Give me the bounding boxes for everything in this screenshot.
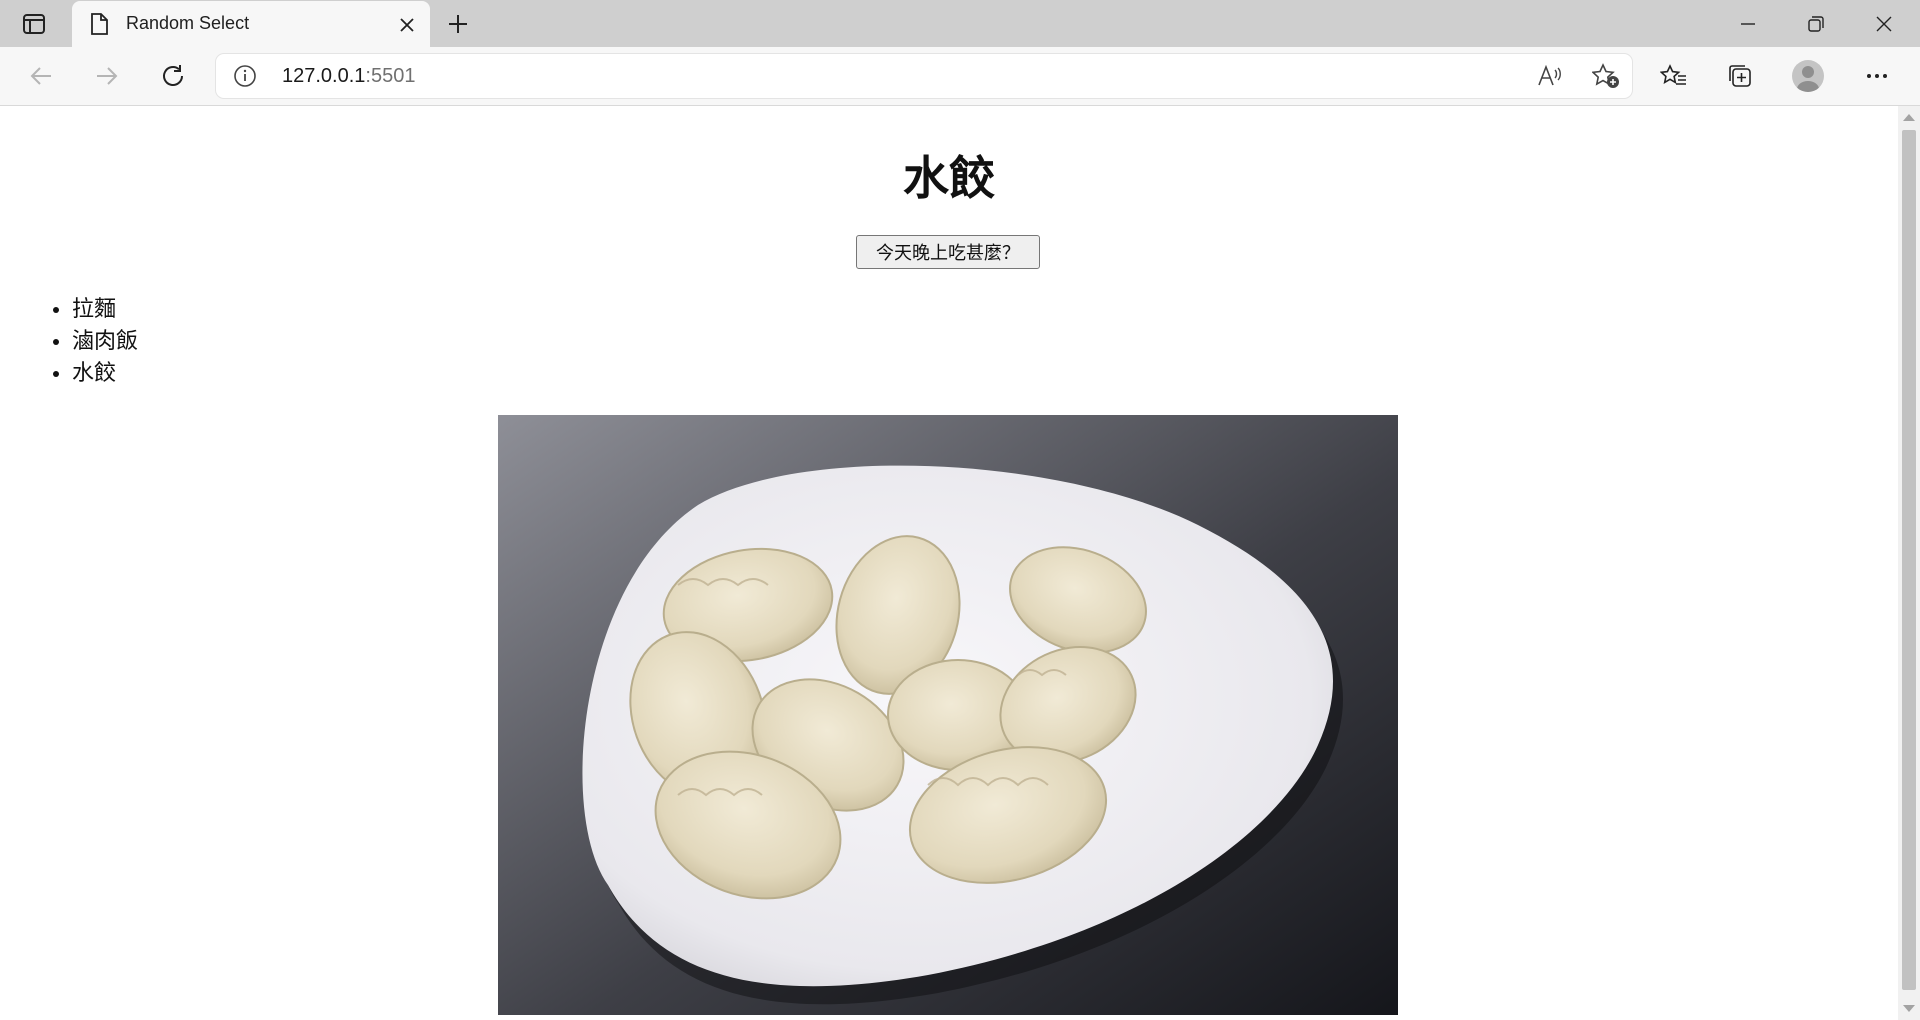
new-tab-button[interactable]	[440, 8, 476, 40]
scroll-down-icon[interactable]	[1903, 1005, 1915, 1012]
more-dots-icon	[1867, 74, 1887, 78]
close-window-button[interactable]	[1850, 0, 1918, 47]
address-bar[interactable]: 127.0.0.1:5501	[216, 54, 1632, 98]
list-item: 水餃	[72, 358, 138, 390]
page-icon	[90, 13, 108, 39]
food-list: 拉麵 滷肉飯 水餃	[40, 294, 138, 390]
avatar	[1792, 60, 1824, 92]
browser-tab[interactable]: Random Select	[72, 1, 430, 47]
url-text[interactable]: 127.0.0.1:5501	[282, 65, 415, 88]
favorites-button[interactable]	[1653, 55, 1695, 97]
browser-tab-bar: Random Select	[0, 0, 1920, 47]
read-aloud-icon[interactable]	[1532, 59, 1568, 93]
scrollbar-thumb[interactable]	[1902, 130, 1916, 990]
scroll-up-icon[interactable]	[1903, 114, 1915, 121]
profile-button[interactable]	[1787, 55, 1829, 97]
back-button[interactable]	[20, 55, 62, 97]
browser-toolbar: 127.0.0.1:5501	[0, 47, 1920, 106]
dumplings-image	[498, 415, 1398, 1015]
add-favorite-icon[interactable]	[1588, 59, 1624, 93]
refresh-button[interactable]	[152, 55, 194, 97]
arrow-right-icon	[97, 67, 118, 85]
url-port: :5501	[365, 65, 416, 87]
plus-icon	[449, 15, 467, 33]
restore-button[interactable]	[1782, 0, 1850, 47]
url-host: 127.0.0.1	[282, 65, 366, 87]
workspaces-icon[interactable]	[12, 8, 56, 40]
collections-icon	[1729, 65, 1751, 87]
scrollbar[interactable]	[1898, 106, 1920, 1020]
list-item: 拉麵	[72, 294, 138, 326]
site-info-icon[interactable]	[234, 65, 256, 91]
close-tab-icon[interactable]	[392, 10, 422, 40]
page-viewport: 水餃 今天晚上吃甚麼？ 拉麵 滷肉飯 水餃	[0, 106, 1898, 1020]
arrow-left-icon	[30, 67, 51, 85]
forward-button[interactable]	[86, 55, 128, 97]
tab-title: Random Select	[126, 13, 250, 33]
refresh-icon	[163, 65, 183, 86]
page-title: 水餃	[903, 151, 995, 205]
more-menu-button[interactable]	[1856, 55, 1898, 97]
favorites-icon	[1660, 64, 1686, 85]
minimize-button[interactable]	[1714, 0, 1782, 47]
list-item: 滷肉飯	[72, 326, 138, 358]
collections-button[interactable]	[1719, 55, 1761, 97]
random-pick-button[interactable]: 今天晚上吃甚麼？	[856, 235, 1040, 269]
